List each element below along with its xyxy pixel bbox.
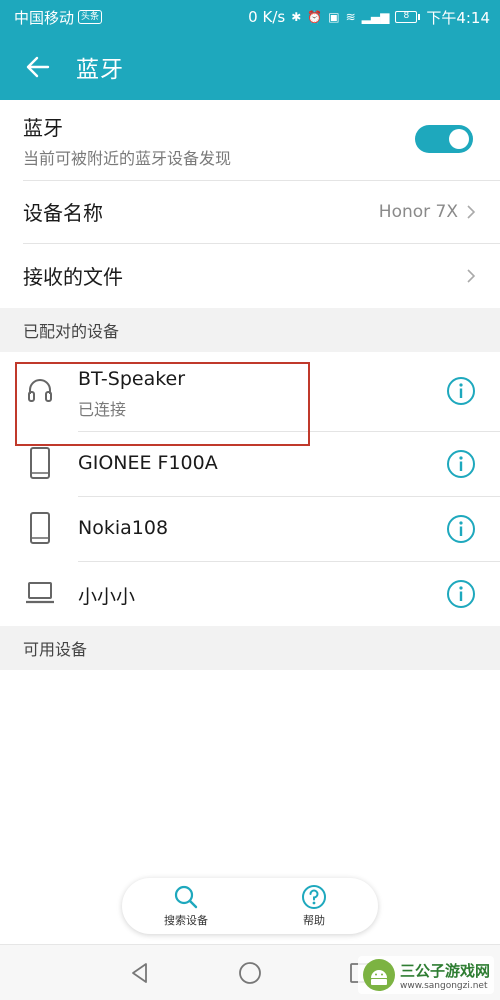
switch-knob [449, 129, 469, 149]
info-icon[interactable] [446, 514, 476, 544]
available-devices-title: 可用设备 [23, 640, 88, 659]
page-title: 蓝牙 [76, 57, 124, 83]
chevron-right-icon [467, 204, 476, 219]
paired-devices-title: 已配对的设备 [23, 322, 120, 341]
arrow-left-icon [26, 56, 50, 78]
battery-level: 8 [395, 11, 418, 23]
carrier-label: 中国移动 [14, 8, 75, 27]
status-bar: 中国移动 头条 0 K/s ✱ ⏰ ▣ ≋ ▂▄▆ 8 下午4:14 [0, 0, 500, 34]
search-devices-label: 搜索设备 [164, 914, 208, 927]
phone-icon [24, 512, 56, 544]
watermark-title: 三公子游戏网 [399, 961, 490, 980]
app-header: 中国移动 头条 0 K/s ✱ ⏰ ▣ ≋ ▂▄▆ 8 下午4:14 蓝牙 [0, 0, 500, 100]
bottom-action-bar: 搜索设备 帮助 [122, 878, 378, 934]
hd-icon: ▣ [328, 10, 340, 24]
help-label: 帮助 [303, 914, 325, 927]
battery-icon: 8 [395, 11, 421, 23]
bluetooth-switch[interactable] [415, 125, 473, 153]
nav-back-icon[interactable] [126, 959, 154, 987]
bluetooth-subtitle: 当前可被附近的蓝牙设备发现 [23, 148, 232, 168]
help-icon [302, 885, 326, 909]
device-name-label: 设备名称 [23, 201, 103, 225]
device-name: GIONEE F100A [78, 452, 218, 474]
info-icon[interactable] [446, 376, 476, 406]
highlight-box [15, 362, 310, 446]
bluetooth-label: 蓝牙 [23, 115, 63, 140]
carrier-badge: 头条 [78, 10, 103, 24]
net-speed: 0 K/s [248, 8, 286, 26]
device-name-value: Honor 7X [378, 201, 458, 222]
title-bar: 蓝牙 [0, 34, 500, 100]
watermark-url: www.sangongzi.net [399, 980, 488, 991]
info-icon[interactable] [446, 579, 476, 609]
available-devices-header: 可用设备 [0, 626, 500, 670]
watermark: 三公子游戏网 www.sangongzi.net [357, 956, 494, 994]
received-files-label: 接收的文件 [23, 265, 123, 289]
received-files-row[interactable]: 接收的文件 [0, 243, 500, 308]
android-logo-icon [362, 959, 395, 991]
wifi-icon: ≋ [345, 10, 356, 24]
search-icon [174, 885, 198, 909]
help-button[interactable]: 帮助 [250, 878, 378, 934]
bluetooth-toggle-row[interactable]: 蓝牙 当前可被附近的蓝牙设备发现 [0, 100, 500, 180]
chevron-right-icon [467, 268, 476, 283]
device-name-row[interactable]: 设备名称 Honor 7X [0, 180, 500, 243]
device-name: 小小小 [78, 586, 136, 608]
paired-device-row[interactable]: Nokia108 [0, 496, 500, 561]
device-name: Nokia108 [78, 517, 169, 539]
signal-icon: ▂▄▆ [361, 10, 390, 24]
bluetooth-status-icon: ✱ [291, 10, 302, 24]
info-icon[interactable] [446, 449, 476, 479]
search-devices-button[interactable]: 搜索设备 [122, 878, 250, 934]
nav-home-icon[interactable] [236, 959, 264, 987]
alarm-icon: ⏰ [307, 10, 323, 24]
phone-icon [24, 447, 56, 479]
paired-devices-header: 已配对的设备 [0, 308, 500, 352]
back-button[interactable] [0, 34, 76, 100]
paired-device-row[interactable]: 小小小 [0, 561, 500, 626]
laptop-icon [24, 577, 56, 609]
clock: 下午4:14 [426, 8, 490, 27]
